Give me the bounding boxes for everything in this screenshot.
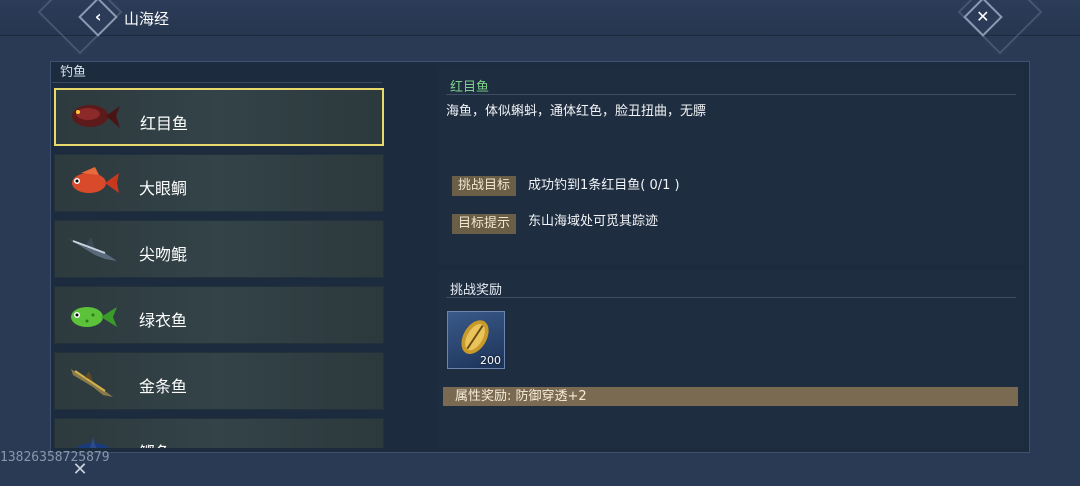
pointed-snout-fish-icon <box>69 237 117 261</box>
close-icon[interactable]: ✕ <box>70 460 90 480</box>
fish-name: 大眼鲷 <box>139 179 188 198</box>
divider <box>446 297 1016 298</box>
fish-name: 金条鱼 <box>139 377 188 396</box>
goal-text: 成功钓到1条红目鱼( 0/1 ) <box>528 178 680 193</box>
hint-label: 目标提示 <box>452 214 516 234</box>
fish-name: 红目鱼 <box>140 114 189 133</box>
reward-item-slot[interactable]: 200 <box>447 311 505 369</box>
hint-text: 东山海域处可觅其踪迹 <box>528 214 659 229</box>
fish-list-item-golden-stripe-fish[interactable]: 金条鱼 <box>54 352 384 410</box>
chevron-left-icon: ‹ <box>94 7 102 26</box>
reward-count: 200 <box>480 354 501 367</box>
fish-list-item-green-fish[interactable]: 绿衣鱼 <box>54 286 384 344</box>
watermark-id: 13826358725879 <box>0 450 110 465</box>
golden-stripe-fish-icon <box>71 369 113 397</box>
close-icon: ✕ <box>976 7 990 26</box>
fish-name: 鲣鱼 <box>139 439 171 448</box>
fish-name: 尖吻鲲 <box>139 245 188 264</box>
reward-title: 挑战奖励 <box>450 283 503 298</box>
fish-list-item-red-eye-fish[interactable]: 红目鱼 <box>54 88 384 146</box>
fish-name: 绿衣鱼 <box>139 311 188 330</box>
goal-label: 挑战目标 <box>452 176 516 196</box>
attribute-reward: 属性奖励: 防御穿透+2 <box>443 387 1018 406</box>
list-title: 钓鱼 <box>52 63 382 83</box>
fish-detail-panel <box>438 68 1024 264</box>
fish-list-item-pointed-snout-fish[interactable]: 尖吻鲲 <box>54 220 384 278</box>
detail-fish-name: 红目鱼 <box>450 80 490 95</box>
page-title: 山海经 <box>124 10 170 28</box>
fish-list-item-bigeye-snapper[interactable]: 大眼鲷 <box>54 154 384 212</box>
red-eye-fish-icon <box>72 105 120 128</box>
bonito-icon <box>76 437 110 448</box>
fish-list-item-bonito[interactable]: 鲣鱼 <box>54 418 384 448</box>
divider <box>446 94 1016 95</box>
bigeye-snapper-icon <box>72 167 119 193</box>
fish-list[interactable]: 红目鱼 大眼鲷 尖吻鲲 绿衣鱼 金条鱼 <box>52 84 386 448</box>
green-fish-icon <box>71 307 117 327</box>
fish-description: 海鱼，体似蝌蚪，通体红色，脸丑扭曲，无膘 <box>446 104 707 119</box>
